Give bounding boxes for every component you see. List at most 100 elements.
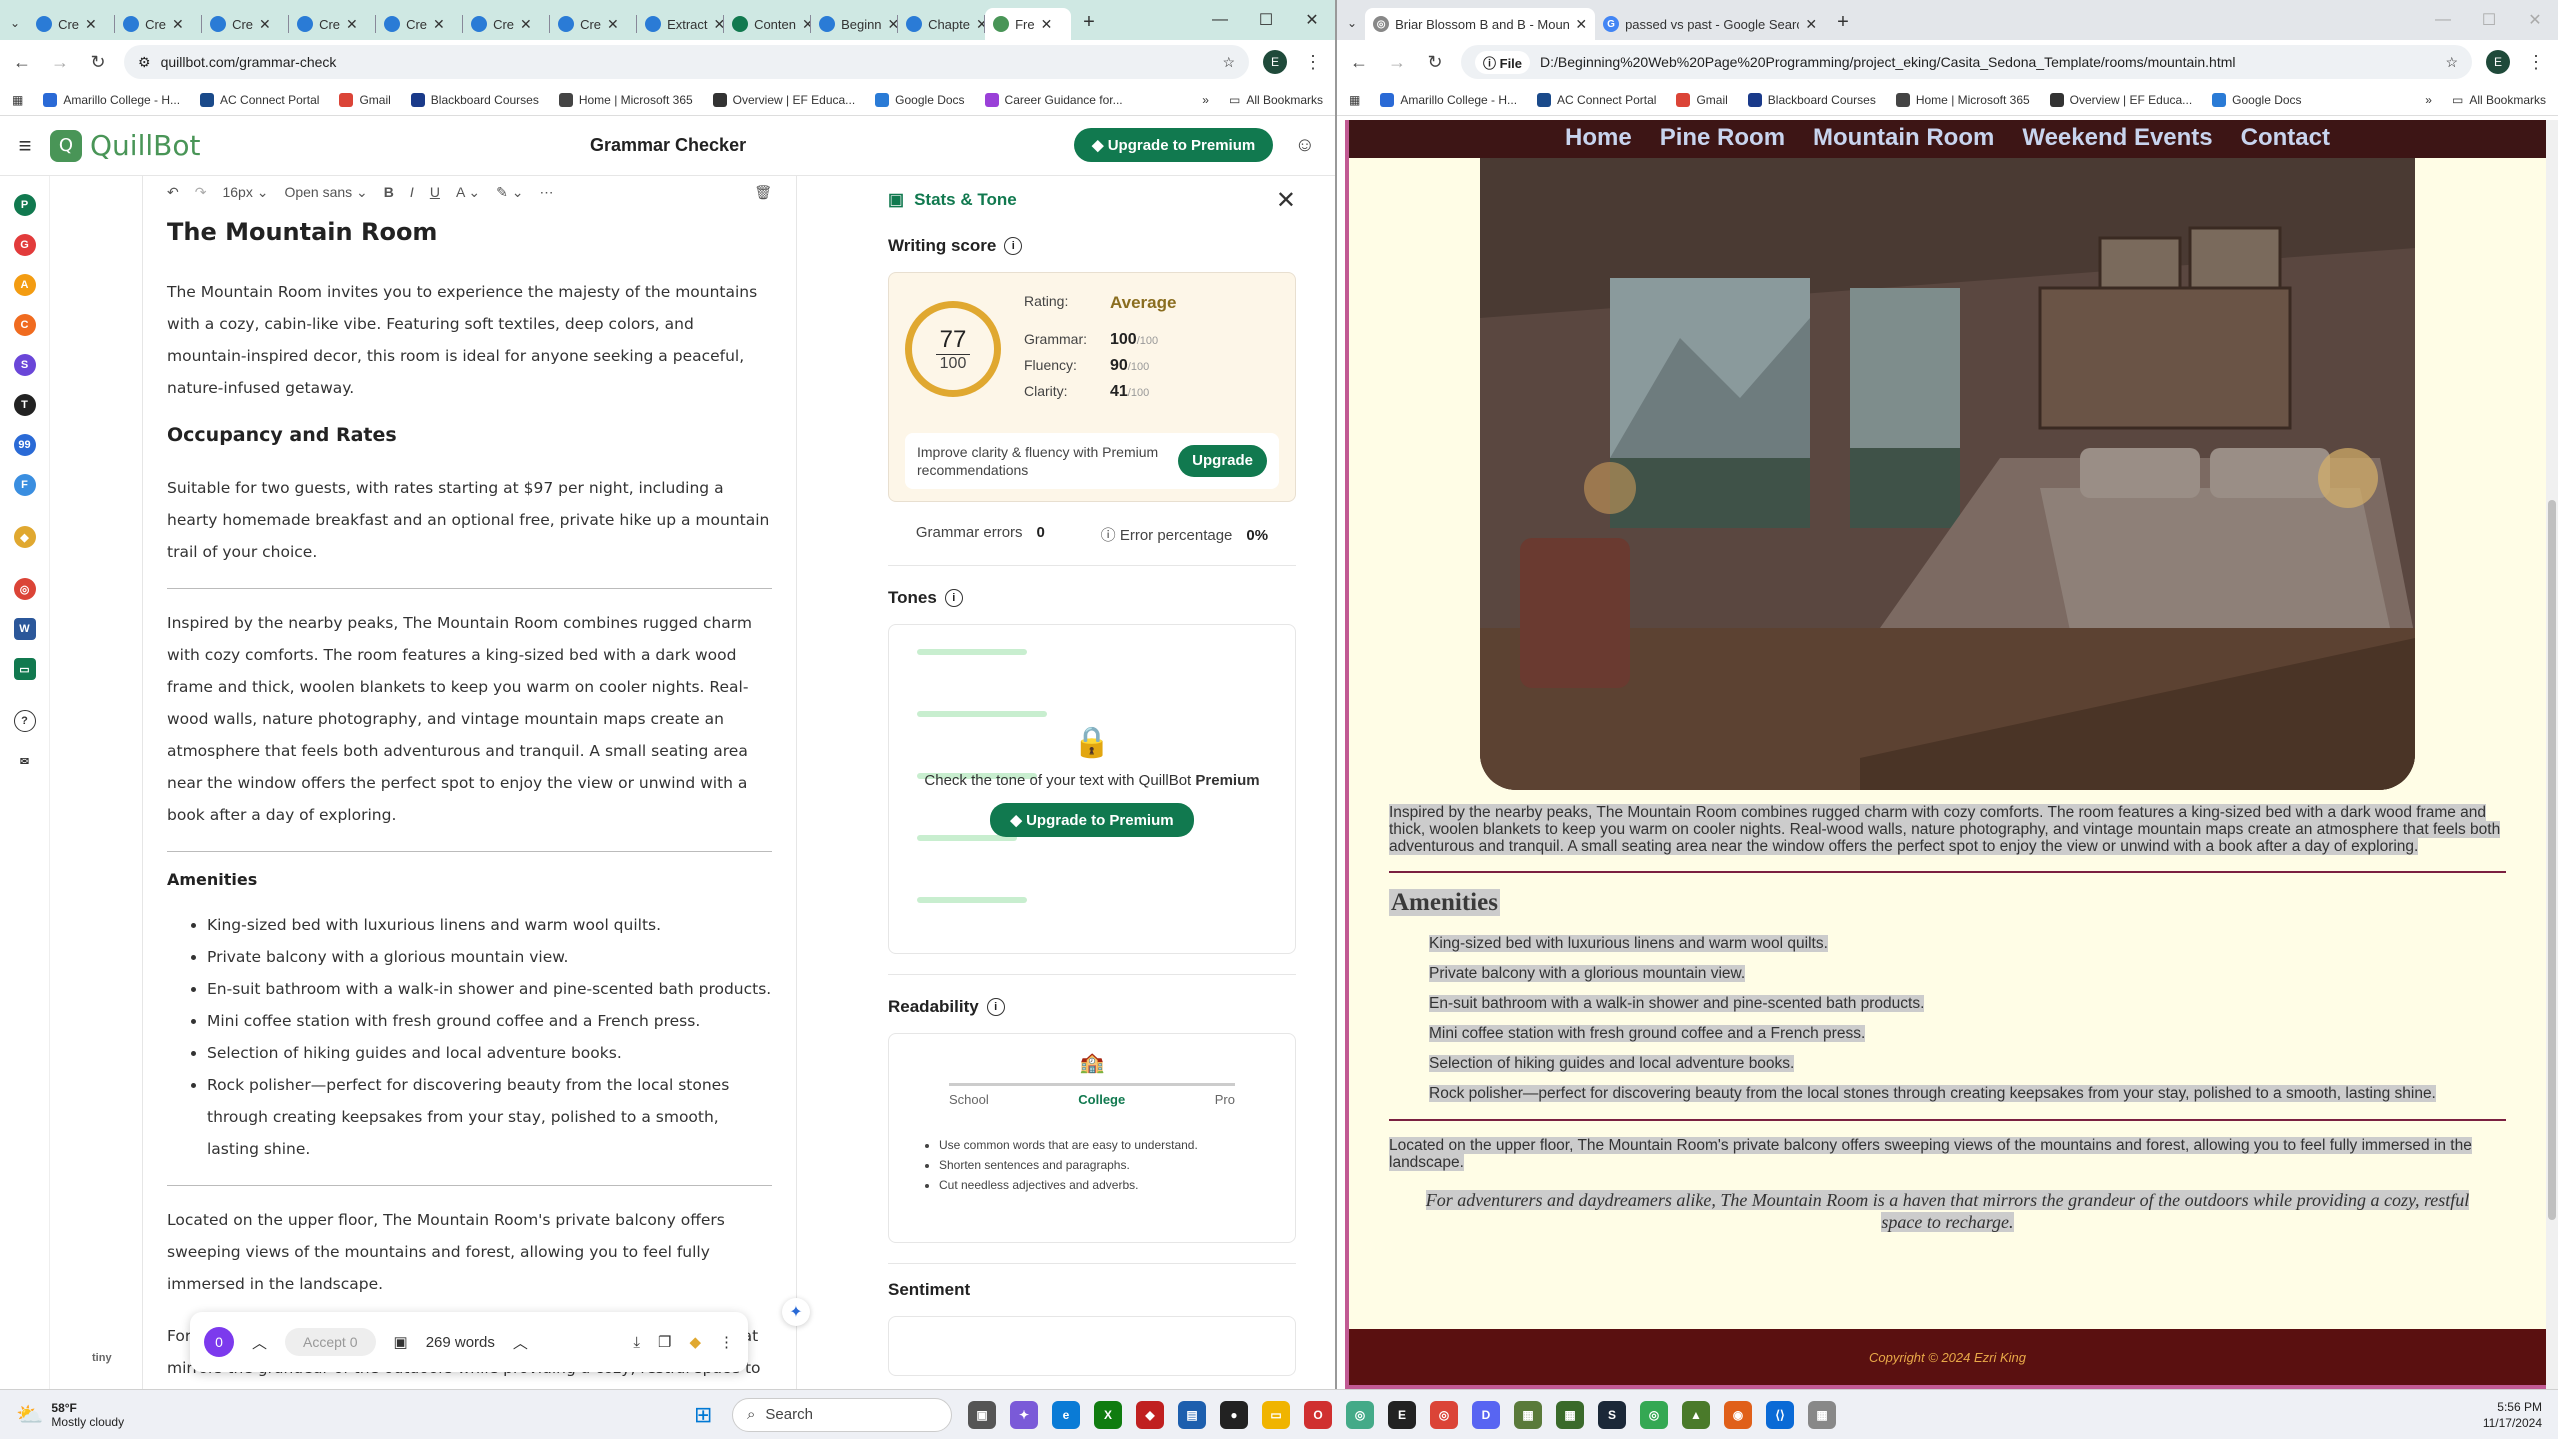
close-window-button[interactable]: ✕ — [2512, 0, 2558, 40]
suggestion-count-badge[interactable]: 0 — [204, 1327, 234, 1357]
chrome-icon[interactable]: ◎ — [1346, 1400, 1374, 1429]
premium-badge-icon[interactable]: ◆ — [689, 1333, 701, 1351]
tab[interactable]: Cre ✕ — [550, 8, 636, 40]
clock[interactable]: 5:56 PM 11/17/2024 — [2483, 1399, 2542, 1431]
highlight-icon[interactable]: ✎ ⌄ — [496, 184, 523, 201]
tab[interactable]: Fre ✕ — [985, 8, 1072, 40]
chevron-up-icon[interactable]: ︿ — [252, 1332, 267, 1353]
taskbar-search[interactable]: ⌕ Search — [732, 1397, 952, 1432]
nav-weekend-events[interactable]: Weekend Events — [2022, 124, 2212, 152]
upgrade-button[interactable]: Upgrade — [1178, 445, 1267, 477]
minecraft-icon[interactable]: ▦ — [1514, 1400, 1542, 1429]
more-options-icon[interactable]: ⋮ — [719, 1333, 734, 1351]
stats-icon[interactable]: ▣ — [394, 1333, 408, 1351]
weather-widget[interactable]: ⛅ 58°F Mostly cloudy — [16, 1401, 124, 1429]
all-bookmarks[interactable]: ▭ All Bookmarks — [1229, 93, 1323, 107]
edge-icon[interactable]: e — [1052, 1400, 1080, 1429]
editor-panel[interactable]: ↶ ↷ 16px ⌄ Open sans ⌄ B I U A ⌄ ✎ ⌄ ⋯ 🗑… — [142, 176, 797, 1389]
tab[interactable]: Cre ✕ — [202, 8, 288, 40]
bookmark-item[interactable]: Home | Microsoft 365 — [558, 92, 693, 107]
bookmarks-overflow-icon[interactable]: » — [2425, 93, 2432, 107]
vscode-icon[interactable]: ⟨⟩ — [1766, 1400, 1794, 1429]
undo-icon[interactable]: ↶ — [167, 184, 179, 201]
chevron-up-icon[interactable]: ︿ — [513, 1332, 528, 1353]
download-icon[interactable]: ⤓ — [633, 1334, 640, 1351]
menu-icon[interactable]: ⋮ — [1301, 52, 1325, 73]
bookmark-item[interactable]: Home | Microsoft 365 — [1895, 92, 2030, 107]
close-tab-icon[interactable]: ✕ — [607, 16, 619, 33]
minimize-button[interactable]: — — [2420, 0, 2466, 40]
summarizer-icon[interactable]: S — [13, 354, 36, 376]
all-bookmarks[interactable]: ▭ All Bookmarks — [2452, 93, 2546, 107]
italic-icon[interactable]: I — [410, 184, 414, 200]
steam-icon[interactable]: S — [1598, 1400, 1626, 1429]
epic-games-icon[interactable]: E — [1388, 1400, 1416, 1429]
close-tab-icon[interactable]: ✕ — [802, 16, 810, 33]
tab-search-icon[interactable]: ⌄ — [1347, 16, 1357, 30]
bookmark-star-icon[interactable]: ☆ — [2445, 54, 2458, 71]
info-icon[interactable]: i — [944, 589, 963, 607]
tab-google-search[interactable]: Gpassed vs past - Google Search ✕ — [1595, 8, 1825, 40]
app-icon[interactable]: ▲ — [1682, 1400, 1710, 1429]
tab-search-icon[interactable]: ⌄ — [10, 16, 20, 30]
bookmark-item[interactable]: Gmail — [339, 92, 391, 107]
tab[interactable]: Chapte ✕ — [898, 8, 984, 40]
close-icon[interactable]: ✕ — [1276, 186, 1296, 215]
url-field[interactable]: ⚙ quillbot.com/grammar-check ☆ — [124, 45, 1249, 79]
bookmark-item[interactable]: Google Docs — [2212, 92, 2302, 107]
copilot-icon[interactable]: ✦ — [1010, 1400, 1038, 1429]
underline-icon[interactable]: U — [430, 184, 440, 200]
bookmark-item[interactable]: AC Connect Portal — [1537, 92, 1656, 107]
bookmark-item[interactable]: Amarillo College - H... — [1380, 92, 1517, 107]
opera-icon[interactable]: O — [1304, 1400, 1332, 1429]
delete-icon[interactable]: 🗑 — [754, 184, 772, 201]
forward-icon[interactable]: → — [1385, 52, 1409, 73]
premium-icon[interactable]: ◆ — [13, 526, 36, 548]
text-color-icon[interactable]: A ⌄ — [456, 184, 480, 201]
close-tab-icon[interactable]: ✕ — [714, 16, 724, 33]
more-options-icon[interactable]: ⋯ — [539, 184, 553, 201]
task-view-icon[interactable]: ▣ — [968, 1400, 996, 1429]
nav-mountain-room[interactable]: Mountain Room — [1813, 124, 1994, 152]
app-icon[interactable]: ▦ — [1808, 1400, 1836, 1429]
desktop-app-icon[interactable]: ▭ — [13, 658, 36, 680]
tab[interactable]: Cre ✕ — [289, 8, 375, 40]
close-tab-icon[interactable]: ✕ — [520, 16, 532, 33]
chrome-icon[interactable]: ◎ — [1640, 1400, 1668, 1429]
new-tab-button[interactable]: + — [1837, 11, 1849, 34]
file-explorer-icon[interactable]: ▭ — [1262, 1400, 1290, 1429]
app-icon[interactable]: ◆ — [1136, 1400, 1164, 1429]
tab[interactable]: Cre ✕ — [376, 8, 462, 40]
translator-icon[interactable]: T — [13, 394, 36, 416]
close-tab-icon[interactable]: ✕ — [433, 16, 445, 33]
profile-avatar[interactable]: E — [1263, 50, 1287, 74]
tone-upgrade-button[interactable]: ◆ Upgrade to Premium — [990, 803, 1194, 837]
grammar-checker-icon[interactable]: G — [13, 234, 36, 256]
start-button[interactable]: ⊞ — [694, 1402, 712, 1428]
nav-home[interactable]: Home — [1565, 124, 1632, 152]
nav-contact[interactable]: Contact — [2241, 124, 2330, 152]
file-chip[interactable]: ⓘ File — [1475, 50, 1531, 74]
bookmark-item[interactable]: Amarillo College - H... — [43, 92, 180, 107]
tab[interactable]: Extract ✕ — [637, 8, 723, 40]
bookmark-item[interactable]: Overview | EF Educa... — [712, 92, 855, 107]
bookmark-item[interactable]: Career Guidance for... — [984, 92, 1123, 107]
bookmark-item[interactable]: Google Docs — [875, 92, 965, 107]
chrome-icon[interactable]: ◎ — [1430, 1400, 1458, 1429]
bold-icon[interactable]: B — [384, 184, 394, 200]
help-icon[interactable]: ? — [13, 710, 36, 732]
close-tab-icon[interactable]: ✕ — [172, 16, 184, 33]
site-info-icon[interactable]: ⚙ — [138, 54, 151, 71]
blender-icon[interactable]: ◉ — [1724, 1400, 1752, 1429]
apps-icon[interactable]: ▦ — [12, 93, 23, 107]
quillbot-flow-icon[interactable]: F — [13, 474, 36, 496]
info-icon[interactable]: i — [1004, 237, 1023, 255]
menu-icon[interactable]: ⋮ — [2524, 52, 2548, 73]
ai-sparkle-icon[interactable]: ✦ — [782, 1298, 810, 1326]
maximize-button[interactable]: ☐ — [2466, 0, 2512, 40]
app-icon[interactable]: ● — [1220, 1400, 1248, 1429]
tab[interactable]: Cre ✕ — [28, 8, 114, 40]
mail-icon[interactable]: ✉ — [13, 750, 36, 772]
word-count[interactable]: 269 words — [426, 1334, 495, 1351]
copy-icon[interactable]: ❐ — [658, 1333, 671, 1351]
